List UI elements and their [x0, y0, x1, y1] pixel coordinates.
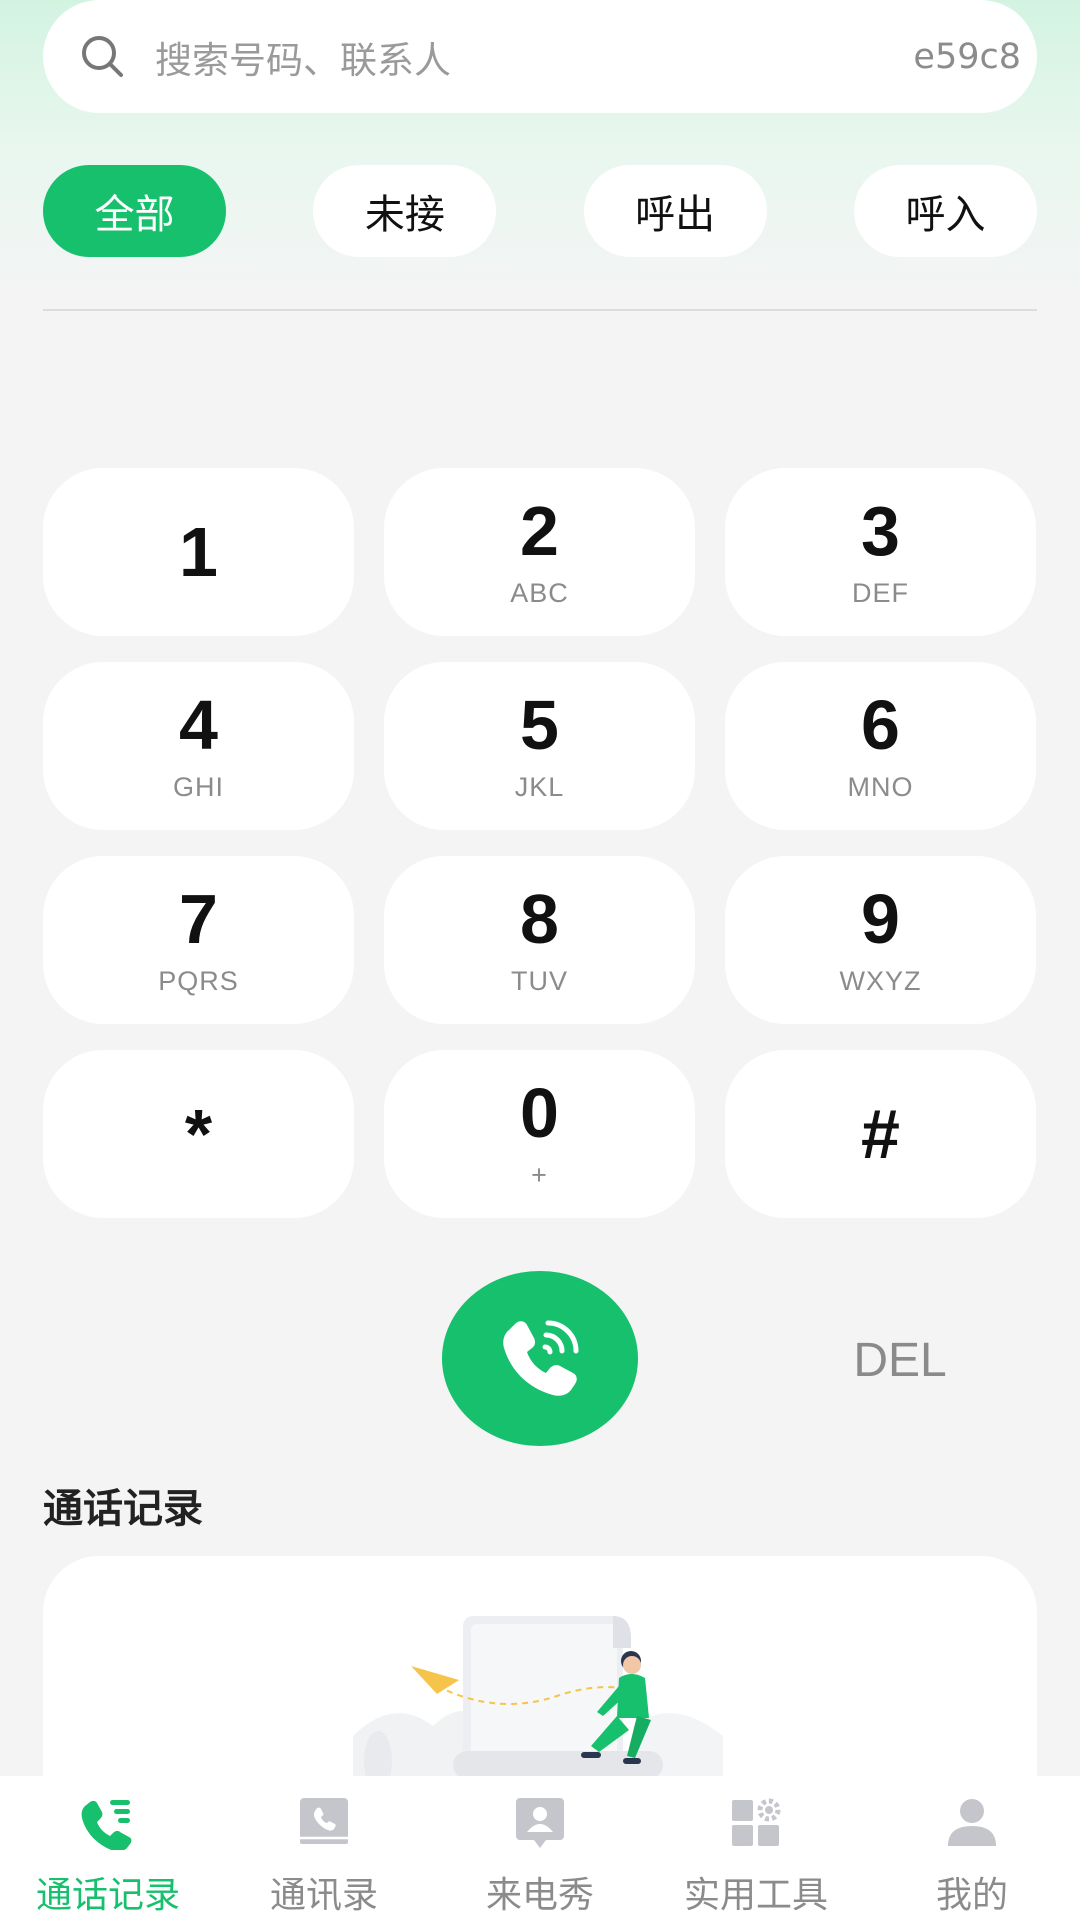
- tab-label: 通讯录: [269, 1875, 378, 1916]
- filter-incoming-tab[interactable]: 呼入: [853, 165, 1037, 257]
- tab-label: 通话记录: [35, 1875, 180, 1916]
- key-0[interactable]: 0 +: [384, 1050, 695, 1218]
- dial-keypad: 1 2 ABC 3 DEF 4 GHI 5 JKL 6 MNO 7 PQRS 8…: [43, 468, 1037, 1218]
- search-code-label: e59c8: [913, 36, 1021, 77]
- search-icon: [82, 35, 123, 77]
- key-6[interactable]: 6 MNO: [725, 662, 1036, 830]
- key-digit: 6: [861, 685, 900, 764]
- filter-missed-tab[interactable]: 未接: [313, 165, 497, 257]
- key-digit: 9: [861, 879, 900, 958]
- key-star[interactable]: *: [43, 1050, 354, 1218]
- divider: [43, 309, 1037, 311]
- key-digit: 8: [520, 879, 559, 958]
- key-letters: JKL: [514, 771, 565, 802]
- tab-label: 来电秀: [485, 1875, 594, 1916]
- key-5[interactable]: 5 JKL: [384, 662, 695, 830]
- key-4[interactable]: 4 GHI: [43, 662, 354, 830]
- phone-call-icon: [503, 1320, 579, 1396]
- key-digit: 1: [179, 513, 218, 591]
- filter-outgoing-tab[interactable]: 呼出: [583, 165, 767, 257]
- tools-icon: [732, 1798, 781, 1846]
- key-7[interactable]: 7 PQRS: [43, 856, 354, 1024]
- call-log-icon: [81, 1800, 132, 1850]
- key-digit: *: [184, 1095, 213, 1173]
- key-letters: GHI: [172, 771, 224, 802]
- tab-caller-show[interactable]: 来电秀: [432, 1776, 648, 1920]
- caller-show-icon: [516, 1798, 564, 1848]
- key-letters: WXYZ: [839, 965, 922, 996]
- search-input[interactable]: 搜索号码、联系人: [155, 30, 913, 84]
- key-digit: 0: [520, 1073, 559, 1152]
- tab-call-log[interactable]: 通话记录: [0, 1776, 216, 1920]
- key-letters: +: [531, 1159, 548, 1190]
- contacts-book-icon: [300, 1798, 348, 1844]
- tab-tools[interactable]: 实用工具: [648, 1776, 864, 1920]
- key-letters: MNO: [847, 771, 914, 802]
- tab-profile[interactable]: 我的: [864, 1776, 1080, 1920]
- key-letters: PQRS: [158, 965, 239, 996]
- key-digit: 2: [520, 491, 559, 570]
- dialer-page: 搜索号码、联系人 e59c8 全部 未接 呼出 呼入 1 2 ABC 3 DEF…: [0, 0, 1080, 1920]
- call-filter-tabs: 全部 未接 呼出 呼入: [43, 165, 1037, 257]
- key-digit: 4: [179, 685, 218, 764]
- key-2[interactable]: 2 ABC: [384, 468, 695, 636]
- filter-all-tab[interactable]: 全部: [43, 165, 226, 257]
- key-hash[interactable]: #: [725, 1050, 1036, 1218]
- key-8[interactable]: 8 TUV: [384, 856, 695, 1024]
- tab-label: 我的: [935, 1875, 1008, 1916]
- bottom-tab-bar: 通话记录 通讯录 来电秀 实用工具 我的: [0, 1776, 1080, 1920]
- delete-button[interactable]: DEL: [820, 1330, 980, 1390]
- key-1[interactable]: 1: [43, 468, 354, 636]
- profile-icon: [948, 1799, 996, 1846]
- call-button[interactable]: [442, 1271, 638, 1446]
- key-letters: ABC: [510, 577, 569, 608]
- key-digit: 3: [861, 491, 900, 570]
- key-9[interactable]: 9 WXYZ: [725, 856, 1036, 1024]
- tab-contacts[interactable]: 通讯录: [216, 1776, 432, 1920]
- section-title: 通话记录: [43, 1486, 203, 1532]
- tab-label: 实用工具: [683, 1875, 828, 1916]
- key-letters: DEF: [852, 577, 909, 608]
- key-letters: TUV: [511, 965, 568, 996]
- search-bar[interactable]: 搜索号码、联系人 e59c8: [43, 0, 1037, 113]
- key-digit: 7: [179, 879, 218, 958]
- key-digit: 5: [520, 685, 559, 764]
- key-digit: #: [861, 1095, 900, 1173]
- key-3[interactable]: 3 DEF: [725, 468, 1036, 636]
